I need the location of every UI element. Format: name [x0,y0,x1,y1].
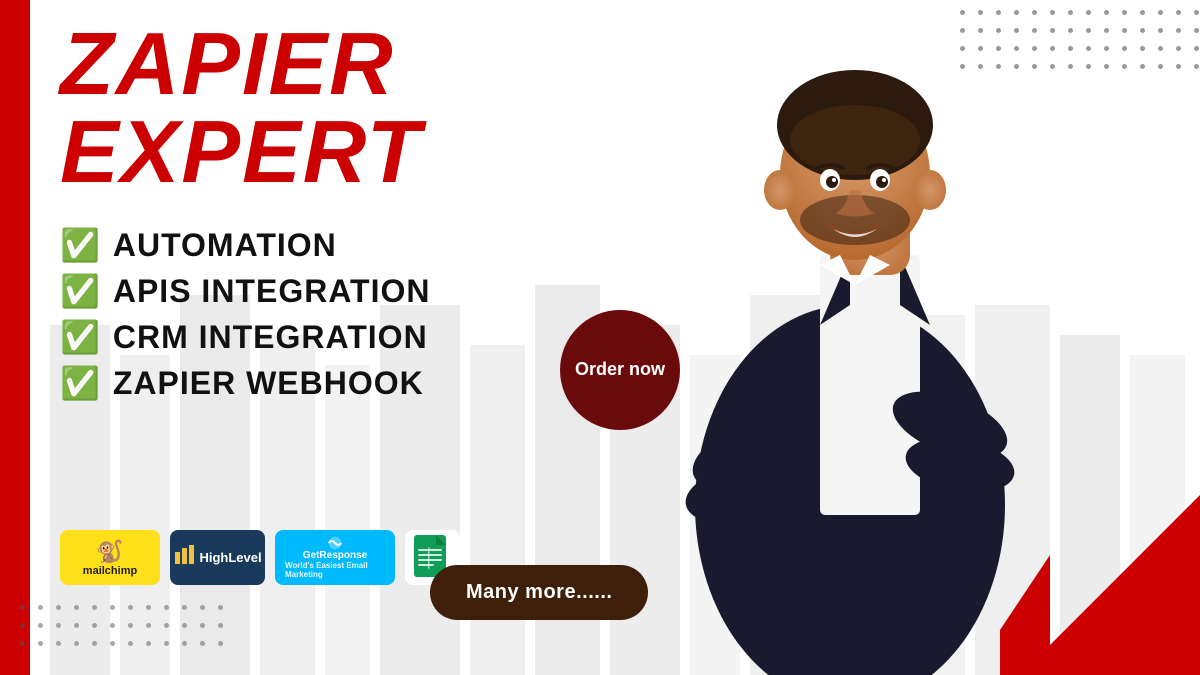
getresponse-logo: GetResponse World's Easiest Email Market… [275,530,395,585]
highlevel-text: HighLevel [199,550,261,565]
mailchimp-text: mailchimp [83,565,137,577]
order-now-container: Order now [560,310,680,430]
feature-1: ✅ AUTOMATION [60,226,700,264]
feature-label-1: AUTOMATION [113,227,337,264]
check-icon-1: ✅ [60,226,101,264]
getresponse-icon [320,536,350,550]
feature-label-3: CRM INTEGRATION [113,319,428,356]
highlevel-icon [173,544,195,572]
order-now-button[interactable]: Order now [560,310,680,430]
many-more-button[interactable]: Many more...... [430,565,648,620]
feature-label-2: APIs INTEGRATION [113,273,431,310]
getresponse-text: GetResponse [303,550,367,561]
feature-2: ✅ APIs INTEGRATION [60,272,700,310]
logos-area: 🐒 mailchimp HighLevel GetResponse World'… [60,530,460,585]
check-icon-4: ✅ [60,364,101,402]
main-title: ZAPIER EXPERT [60,20,700,196]
mailchimp-logo: 🐒 mailchimp [60,530,160,585]
many-more-container: Many more...... [430,565,648,620]
check-icon-3: ✅ [60,318,101,356]
mailchimp-icon: 🐒 [96,539,123,565]
getresponse-tagline: World's Easiest Email Marketing [285,561,385,579]
check-icon-2: ✅ [60,272,101,310]
red-left-accent [0,0,30,675]
feature-label-4: ZAPIER WEBHOOK [113,365,424,402]
highlevel-logo: HighLevel [170,530,265,585]
